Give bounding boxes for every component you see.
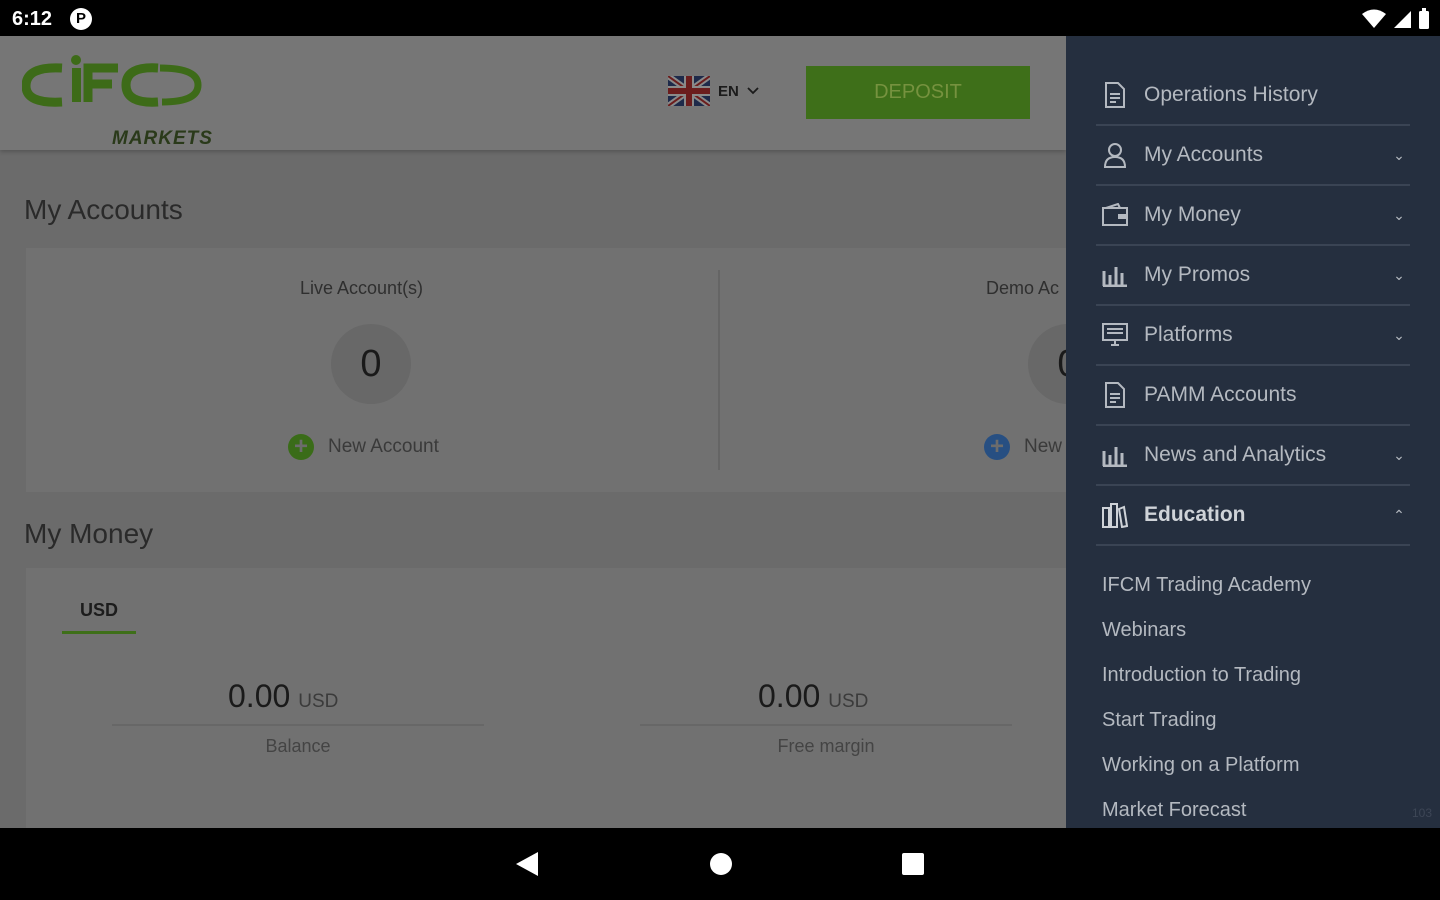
- monitor-icon: [1100, 320, 1130, 350]
- balance-amount: 0.00: [228, 678, 291, 714]
- wallet-icon: [1100, 200, 1130, 230]
- bar-chart-icon: [1100, 260, 1130, 290]
- chevron-down-icon: ⌄: [1393, 206, 1405, 223]
- status-bar: 6:12 P: [0, 0, 1440, 36]
- tab-usd[interactable]: USD: [62, 600, 136, 634]
- drawer-item-my-money[interactable]: My Money ⌄: [1096, 186, 1410, 246]
- user-icon: [1100, 140, 1130, 170]
- signal-icon: [1394, 11, 1411, 28]
- document-icon: [1100, 380, 1130, 410]
- live-accounts-label: Live Account(s): [300, 278, 424, 298]
- navigation-drawer: Operations History My Accounts ⌄ My Money ⌄ M…: [1066, 36, 1440, 828]
- home-icon[interactable]: [708, 850, 734, 878]
- accounts-card: Live Account(s) 0 + New Account Demo Ac …: [26, 248, 1066, 492]
- chevron-up-icon: ⌃: [1393, 506, 1405, 523]
- system-nav-bar: [0, 828, 1440, 900]
- free-margin-amount: 0.00: [758, 678, 821, 714]
- plus-circle-icon: +: [288, 434, 314, 460]
- drawer-item-education[interactable]: Education ⌃: [1096, 486, 1410, 546]
- money-card: USD 0.00 USD Balance 0.00 USD Free margin: [26, 568, 1066, 828]
- free-margin-unit: USD: [828, 691, 869, 712]
- books-icon: [1100, 500, 1130, 530]
- back-icon[interactable]: [514, 850, 540, 878]
- drawer-item-news-and-analytics[interactable]: News and Analytics ⌄: [1096, 426, 1410, 486]
- drawer-item-operations-history[interactable]: Operations History: [1096, 66, 1410, 126]
- status-icons: [1362, 8, 1430, 30]
- chevron-down-icon: ⌄: [1393, 446, 1405, 463]
- drawer-item-label: My Promos: [1144, 263, 1251, 286]
- free-margin-underline: [640, 724, 1012, 726]
- language-code: EN: [718, 82, 739, 100]
- main-content: MARKETS EN DEPOSIT My Accounts Live Acco…: [0, 36, 1066, 828]
- education-subitem[interactable]: Webinars: [1102, 619, 1186, 642]
- drawer-item-label: Education: [1144, 503, 1246, 526]
- free-margin-value: 0.00 USD: [758, 678, 868, 715]
- balance-unit: USD: [298, 691, 339, 712]
- drawer-item-label: Platforms: [1144, 323, 1233, 346]
- education-subitem[interactable]: Start Trading: [1102, 709, 1217, 732]
- education-subitem[interactable]: Working on a Platform: [1102, 754, 1300, 777]
- new-demo-account-label: New: [1024, 436, 1063, 457]
- education-subitem[interactable]: Market Forecast: [1102, 799, 1246, 822]
- drawer-item-label: My Money: [1144, 203, 1241, 226]
- balance-value: 0.00 USD: [228, 678, 338, 715]
- deposit-button[interactable]: DEPOSIT: [806, 66, 1030, 119]
- balance-label: Balance: [265, 736, 331, 756]
- language-selector[interactable]: EN: [668, 76, 759, 106]
- ifc-markets-logo[interactable]: MARKETS: [21, 54, 212, 149]
- drawer-item-my-promos[interactable]: My Promos ⌄: [1096, 246, 1410, 306]
- notification-icon: P: [70, 8, 92, 30]
- corner-text: 103: [1412, 806, 1433, 820]
- education-subitem[interactable]: IFCM Trading Academy: [1102, 574, 1311, 597]
- logo-markets-text: MARKETS: [112, 128, 213, 149]
- status-time: 6:12: [12, 8, 53, 30]
- education-subitem[interactable]: Introduction to Trading: [1102, 664, 1301, 687]
- new-live-account-button[interactable]: + New Account: [288, 434, 439, 460]
- demo-accounts-count: 0: [1028, 324, 1066, 404]
- chevron-down-icon: ⌄: [1393, 266, 1405, 283]
- my-accounts-title: My Accounts: [24, 194, 183, 225]
- demo-accounts-label: Demo Ac: [986, 278, 1060, 298]
- divider: [718, 270, 720, 470]
- uk-flag-icon: [668, 76, 710, 106]
- chevron-down-icon: ⌄: [1393, 146, 1405, 163]
- logo-mark: [21, 55, 202, 107]
- my-money-title: My Money: [24, 518, 154, 549]
- chevron-down-icon: [747, 87, 759, 95]
- drawer-item-label: My Accounts: [1144, 143, 1264, 166]
- drawer-item-platforms[interactable]: Platforms ⌄: [1096, 306, 1410, 366]
- free-margin-label: Free margin: [777, 736, 875, 756]
- drawer-item-pamm-accounts[interactable]: PAMM Accounts: [1096, 366, 1410, 426]
- chevron-down-icon: ⌄: [1393, 326, 1405, 343]
- balance-underline: [112, 724, 484, 726]
- wifi-icon: [1362, 9, 1386, 28]
- drawer-item-label: News and Analytics: [1144, 443, 1327, 466]
- bar-chart-icon: [1100, 440, 1130, 470]
- battery-icon: [1419, 8, 1429, 29]
- new-live-account-label: New Account: [328, 436, 439, 457]
- live-accounts-count: 0: [331, 324, 411, 404]
- document-icon: [1100, 80, 1130, 110]
- plus-circle-icon: +: [984, 434, 1010, 460]
- drawer-item-my-accounts[interactable]: My Accounts ⌄: [1096, 126, 1410, 186]
- new-demo-account-button[interactable]: + New: [984, 434, 1062, 460]
- drawer-item-label: PAMM Accounts: [1144, 383, 1297, 406]
- app-header: MARKETS EN DEPOSIT: [0, 36, 1066, 150]
- drawer-item-label: Operations History: [1144, 83, 1318, 106]
- recents-icon[interactable]: [900, 850, 926, 878]
